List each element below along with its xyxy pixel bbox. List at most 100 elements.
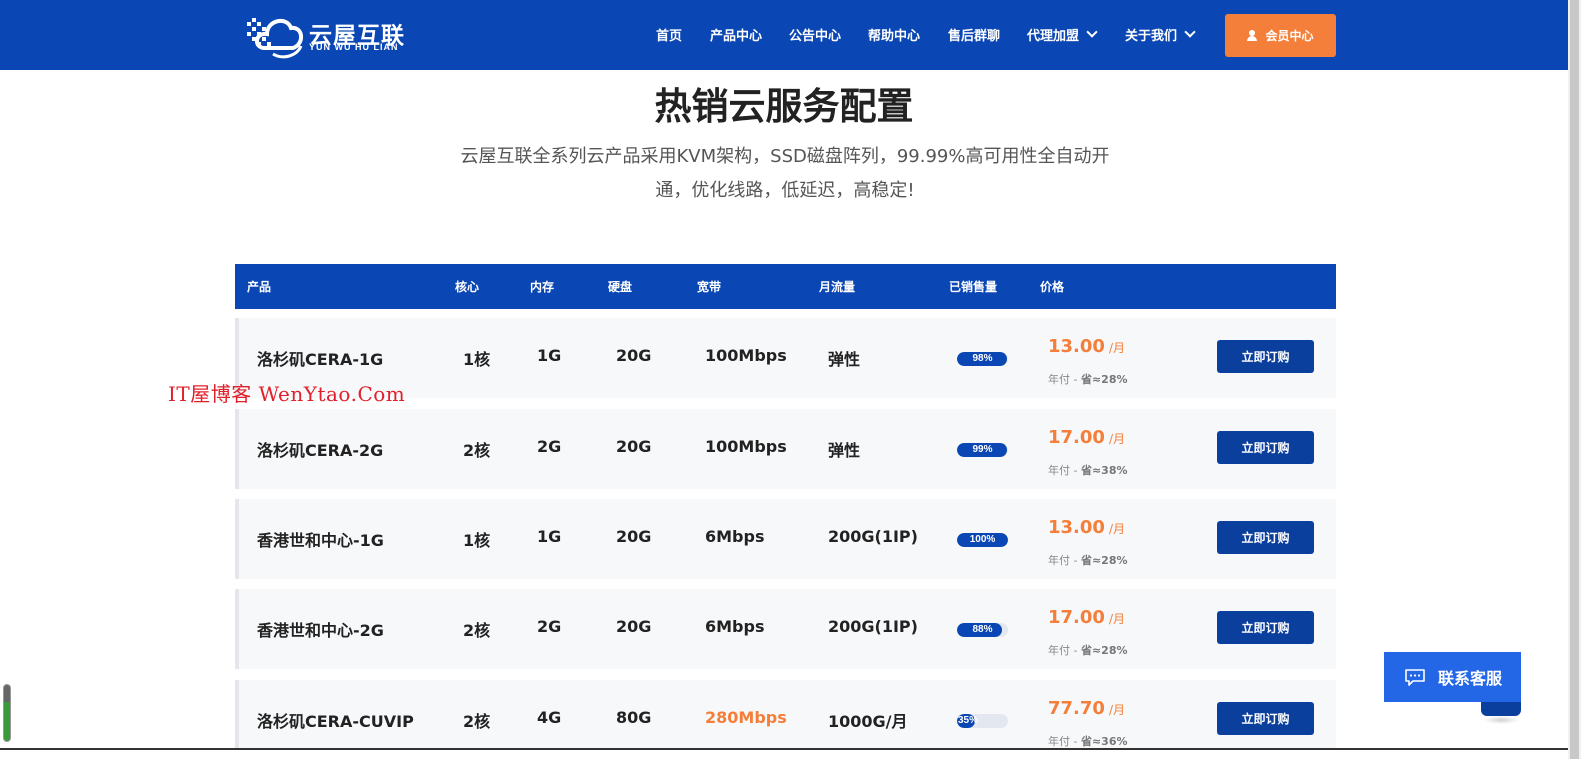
top-navigation-bar: 云屋互联 YUN WU HU LIAN 首页 产品中心 公告中心 帮助中心 售后…: [0, 0, 1568, 70]
header-price: 价格: [1040, 280, 1065, 294]
order-now-button[interactable]: 立即订购: [1217, 611, 1314, 644]
back-to-top-button[interactable]: [1481, 702, 1521, 716]
traffic-value: 弹性: [828, 350, 861, 369]
price-unit: /月: [1108, 522, 1125, 536]
sold-progress-bar: 99%: [957, 443, 1008, 457]
logo-english-name: YUN WU HU LIAN: [309, 42, 399, 52]
sold-progress-label: 35%: [958, 715, 979, 726]
traffic-value: 1000G/月: [828, 712, 908, 731]
contact-support-label: 联系客服: [1438, 669, 1503, 688]
order-now-button[interactable]: 立即订购: [1217, 702, 1314, 735]
yearly-discount: 年付 - 省≈36%: [1048, 733, 1128, 749]
header-product: 产品: [247, 280, 272, 294]
nav-label: 代理加盟: [1027, 28, 1080, 44]
nav-item-about[interactable]: 关于我们: [1125, 24, 1196, 44]
sold-progress-bar: 98%: [957, 352, 1008, 366]
traffic-value: 弹性: [828, 441, 861, 460]
price-unit: /月: [1108, 703, 1125, 717]
disk-value: 20G: [616, 527, 652, 546]
yearly-discount: 年付 - 省≈28%: [1048, 371, 1128, 387]
yearly-savings: 省≈38%: [1080, 464, 1128, 477]
yearly-discount: 年付 - 省≈28%: [1048, 552, 1128, 568]
product-name: 香港世和中心-2G: [257, 621, 384, 640]
nav-item-help[interactable]: 帮助中心: [868, 24, 920, 44]
cores-value: 2核: [463, 441, 491, 460]
traffic-value: 200G(1IP): [828, 527, 918, 546]
member-center-label: 会员中心: [1265, 29, 1314, 43]
scrollbar-thumb[interactable]: [1570, 0, 1579, 759]
bandwidth-value: 6Mbps: [705, 527, 765, 546]
product-name: 香港世和中心-1G: [257, 531, 384, 550]
bandwidth-value: 100Mbps: [705, 346, 787, 365]
nav-label: 产品中心: [710, 28, 763, 44]
yearly-savings: 省≈28%: [1080, 554, 1128, 567]
product-name: 洛杉矶CERA-1G: [257, 350, 384, 369]
order-now-button[interactable]: 立即订购: [1217, 340, 1314, 373]
sold-progress-label: 88%: [972, 624, 993, 635]
order-now-button[interactable]: 立即订购: [1217, 521, 1314, 554]
monthly-price: 17.00/月: [1048, 607, 1125, 628]
header-sold: 已销售量: [949, 280, 998, 294]
header-disk: 硬盘: [608, 280, 633, 294]
disk-value: 80G: [616, 708, 652, 727]
nav-label: 公告中心: [789, 28, 842, 44]
disk-value: 20G: [616, 346, 652, 365]
memory-value: 1G: [537, 346, 562, 365]
price-value: 77.70: [1048, 698, 1105, 719]
cores-value: 2核: [463, 712, 491, 731]
bandwidth-value: 6Mbps: [705, 617, 765, 636]
chat-bubble-icon: [1405, 669, 1425, 686]
nav-label: 售后群聊: [948, 28, 1001, 44]
header-monthly-traffic: 月流量: [819, 280, 856, 294]
description-line-1: 云屋互联全系列云产品采用KVM架构，SSD磁盘阵列，99.99%高可用性全自动开: [460, 146, 1110, 167]
header-bandwidth: 宽带: [697, 280, 722, 294]
nav-item-announcements[interactable]: 公告中心: [789, 24, 841, 44]
chevron-down-icon: [1184, 26, 1196, 38]
page-bottom-edge: [0, 748, 1568, 759]
yearly-discount: 年付 - 省≈38%: [1048, 462, 1128, 478]
sold-progress-bar: 35%: [957, 714, 1008, 728]
table-header: 产品 核心 内存 硬盘 宽带 月流量 已销售量 价格: [235, 264, 1336, 309]
site-logo[interactable]: 云屋互联 YUN WU HU LIAN: [243, 8, 413, 62]
contact-support-button[interactable]: 联系客服: [1384, 652, 1521, 702]
nav-item-products[interactable]: 产品中心: [710, 24, 762, 44]
cores-value: 2核: [463, 621, 491, 640]
nav-label: 帮助中心: [868, 28, 921, 44]
yearly-savings: 省≈28%: [1080, 373, 1128, 386]
price-value: 13.00: [1048, 517, 1105, 538]
header-memory: 内存: [530, 280, 555, 294]
table-row: 香港世和中心-2G 2核 2G 20G 6Mbps 200G(1IP) 88% 17.00/月…: [235, 589, 1336, 669]
yearly-label: 年付 -: [1048, 735, 1078, 748]
price-value: 13.00: [1048, 336, 1105, 357]
yearly-label: 年付 -: [1048, 373, 1078, 386]
chevron-down-icon: [1086, 26, 1098, 38]
nav-item-agency[interactable]: 代理加盟: [1027, 24, 1098, 44]
yearly-label: 年付 -: [1048, 554, 1078, 567]
bandwidth-value: 280Mbps: [705, 708, 787, 727]
traffic-value: 200G(1IP): [828, 617, 918, 636]
nav-item-home[interactable]: 首页: [656, 24, 682, 44]
section-description: 云屋互联全系列云产品采用KVM架构，SSD磁盘阵列，99.99%高可用性全自动开…: [430, 140, 1140, 208]
order-now-button[interactable]: 立即订购: [1217, 431, 1314, 464]
memory-value: 4G: [537, 708, 562, 727]
member-center-button[interactable]: 会员中心: [1225, 14, 1336, 57]
monthly-price: 13.00/月: [1048, 517, 1125, 538]
monthly-price: 13.00/月: [1048, 336, 1125, 357]
bandwidth-value: 100Mbps: [705, 437, 787, 456]
yearly-label: 年付 -: [1048, 644, 1078, 657]
nav-label: 首页: [656, 28, 683, 44]
page-scrollbar[interactable]: [1568, 0, 1581, 759]
memory-value: 1G: [537, 527, 562, 546]
cores-value: 1核: [463, 350, 491, 369]
nav-item-after-sales-group[interactable]: 售后群聊: [948, 24, 1000, 44]
sold-progress-label: 100%: [969, 534, 996, 545]
yearly-label: 年付 -: [1048, 464, 1078, 477]
disk-value: 20G: [616, 617, 652, 636]
price-unit: /月: [1108, 341, 1125, 355]
table-row: 洛杉矶CERA-2G 2核 2G 20G 100Mbps 弹性 99% 17.00/月 年付 -…: [235, 409, 1336, 489]
cores-value: 1核: [463, 531, 491, 550]
yearly-savings: 省≈28%: [1080, 644, 1128, 657]
watermark-text: IT屋博客 WenYtao.Com: [168, 382, 406, 406]
price-unit: /月: [1108, 612, 1125, 626]
user-icon: [1247, 30, 1258, 41]
